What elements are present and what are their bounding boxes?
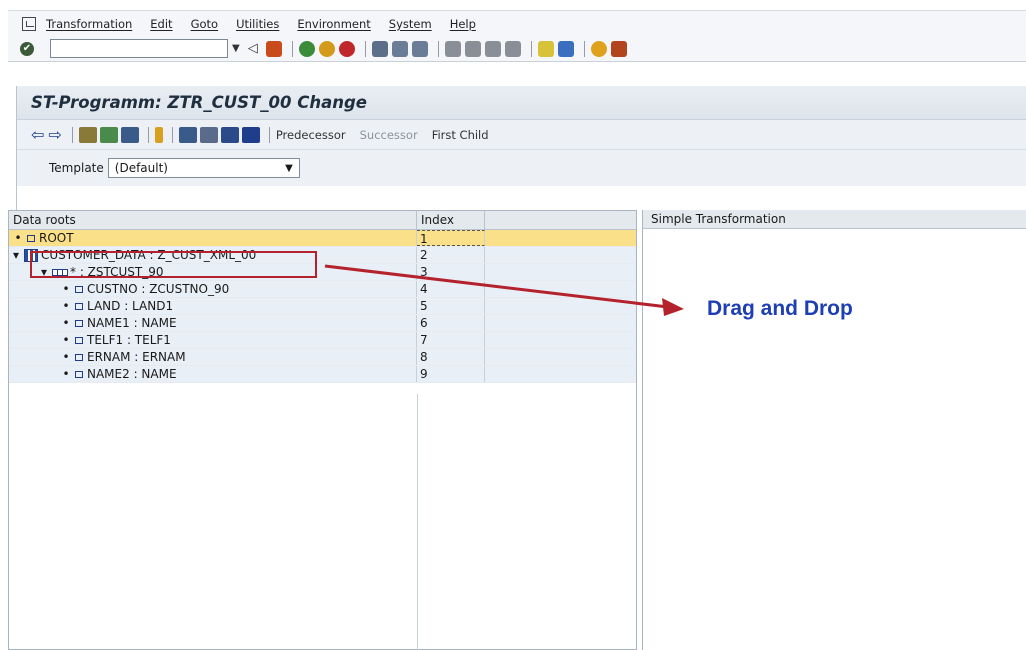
- drag-and-drop-annotation: Drag and Drop: [707, 297, 853, 320]
- drag-arrow-line: [324, 264, 669, 309]
- drag-arrow: [324, 264, 684, 316]
- drag-arrow-head: [662, 298, 684, 316]
